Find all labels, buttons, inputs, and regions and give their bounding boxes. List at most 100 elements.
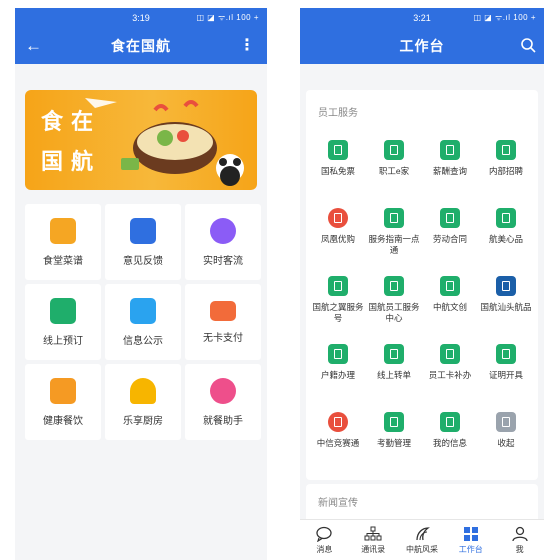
tab-workbench[interactable]: 工作台	[446, 520, 495, 560]
banner-food-illustration-icon	[85, 98, 244, 186]
feature-label: 信息公示	[123, 335, 163, 347]
feature-label: 无卡支付	[203, 332, 243, 344]
tab-messages[interactable]: 消息	[300, 520, 349, 560]
service-item[interactable]: 职工e家	[366, 136, 422, 198]
status-time: 3:19	[132, 13, 150, 23]
feature-feedback[interactable]: 意见反馈	[105, 204, 181, 280]
chevron-up-icon	[496, 412, 516, 432]
feature-live-traffic[interactable]: 实时客流	[185, 204, 261, 280]
my-info-icon	[440, 412, 460, 432]
bird-icon	[496, 276, 516, 296]
page-title: 食在国航	[111, 38, 171, 54]
feature-label: 就餐助手	[203, 415, 243, 427]
chat-bubble-icon	[316, 526, 333, 542]
feature-dining-assistant[interactable]: 就餐助手	[185, 364, 261, 440]
guide-icon	[384, 208, 404, 228]
services-grid: 国私免票 职工e家 薪酬查询 内部招聘 凤凰优购 服务指南一点通 劳动合同 航美…	[310, 136, 534, 470]
tab-me[interactable]: 我	[495, 520, 544, 560]
service-item[interactable]: 劳动合同	[422, 204, 478, 266]
wing-icon	[328, 276, 348, 296]
tab-style[interactable]: 中航风采	[398, 520, 447, 560]
grid-apps-icon	[463, 526, 478, 541]
service-item[interactable]: 凤凰优购	[310, 204, 366, 266]
service-center-icon	[384, 276, 404, 296]
feature-online-booking[interactable]: 线上预订	[25, 284, 101, 360]
user-icon	[511, 526, 528, 541]
status-icons: ◫ ◪ ᯤ.ıl 100 +	[196, 13, 259, 22]
phoenix-logo-icon	[416, 526, 430, 540]
service-item[interactable]: 我的信息	[422, 408, 478, 470]
status-bar: 3:21 ◫ ◪ ᯤ.ıl 100 +	[300, 8, 544, 28]
feature-kitchen[interactable]: 乐享厨房	[105, 364, 181, 440]
status-bar: 3:19 ◫ ◪ ᯤ.ıl 100 +	[15, 8, 267, 28]
feature-label: 意见反馈	[123, 255, 163, 267]
service-item[interactable]: 员工卡补办	[422, 340, 478, 402]
feature-healthy-diet[interactable]: 健康餐饮	[25, 364, 101, 440]
salary-icon	[440, 140, 460, 160]
service-item[interactable]: 内部招聘	[478, 136, 534, 198]
employee-services-card: 员工服务 国私免票 职工e家 薪酬查询 内部招聘 凤凰优购 服务指南一点通 劳动…	[306, 90, 538, 480]
phone-screen-workbench: 3:21 ◫ ◪ ᯤ.ıl 100 + 工作台 员工服务 国私免票 职工e家 薪…	[300, 8, 544, 560]
page-title: 工作台	[399, 38, 445, 54]
back-arrow-icon[interactable]: ←	[25, 36, 42, 56]
ticket-icon	[328, 140, 348, 160]
more-vertical-icon[interactable]: ⋮	[239, 35, 255, 55]
attendance-icon	[384, 412, 404, 432]
status-time: 3:21	[413, 13, 431, 23]
org-chart-icon	[364, 526, 382, 540]
tab-contacts[interactable]: 通讯录	[349, 520, 398, 560]
feature-info-notice[interactable]: 信息公示	[105, 284, 181, 360]
service-item[interactable]: 国航汕头航品	[478, 272, 534, 334]
citic-icon	[328, 412, 348, 432]
feature-label: 食堂菜谱	[43, 255, 83, 267]
section-title: 新闻宣传	[318, 498, 358, 509]
service-item[interactable]: 国航之翼服务号	[310, 272, 366, 334]
bottom-tab-bar: 消息 通讯录 中航风采 工作台 我	[300, 519, 544, 560]
id-card-icon	[440, 344, 460, 364]
recruit-icon	[496, 140, 516, 160]
feature-grid: 食堂菜谱 意见反馈 实时客流 线上预订 信息公示 无卡支付 健康餐饮 乐享厨房	[25, 204, 261, 440]
service-item[interactable]: 线上转单	[366, 340, 422, 402]
card-icon	[210, 300, 236, 321]
edit-note-icon	[130, 217, 156, 244]
notice-bag-icon	[130, 297, 156, 324]
service-item[interactable]: 户籍办理	[310, 340, 366, 402]
search-icon[interactable]	[520, 37, 536, 53]
app-bar: ← 食在国航 ⋮	[15, 28, 267, 64]
service-item[interactable]: 国私免票	[310, 136, 366, 198]
app-bar: 工作台	[300, 28, 544, 64]
service-item[interactable]: 航美心品	[478, 204, 534, 266]
phoenix-icon	[328, 208, 348, 228]
menu-book-icon	[50, 217, 76, 244]
gift-icon	[496, 208, 516, 228]
section-title: 员工服务	[318, 108, 358, 119]
status-icons: ◫ ◪ ᯤ.ıl 100 +	[473, 13, 536, 22]
service-item[interactable]: 证明开具	[478, 340, 534, 402]
service-item[interactable]: 薪酬查询	[422, 136, 478, 198]
service-item[interactable]: 考勤管理	[366, 408, 422, 470]
service-item[interactable]: 中信竞赛通	[310, 408, 366, 470]
creative-icon	[440, 276, 460, 296]
promo-banner[interactable]: 食在 国航	[25, 90, 257, 190]
feature-label: 线上预订	[43, 335, 83, 347]
phone-screen-canteen: 3:19 ◫ ◪ ᯤ.ıl 100 + ← 食在国航 ⋮ 食在 国航 食堂菜谱	[15, 8, 267, 560]
feature-canteen-menu[interactable]: 食堂菜谱	[25, 204, 101, 280]
service-item[interactable]: 中航文创	[422, 272, 478, 334]
service-item[interactable]: 国航员工服务中心	[366, 272, 422, 334]
transfer-icon	[384, 344, 404, 364]
certificate-icon	[496, 344, 516, 364]
feature-label: 实时客流	[203, 255, 243, 267]
feature-label: 乐享厨房	[123, 415, 163, 427]
chef-hat-icon	[130, 377, 156, 404]
feature-cardless-pay[interactable]: 无卡支付	[185, 284, 261, 360]
chat-bubble-icon	[210, 377, 236, 404]
collapse-button[interactable]: 收起	[478, 408, 534, 470]
home-person-icon	[384, 140, 404, 160]
news-card: 新闻宣传	[306, 484, 538, 524]
service-item[interactable]: 服务指南一点通	[366, 204, 422, 266]
phone-order-icon	[50, 297, 76, 324]
feature-label: 健康餐饮	[43, 415, 83, 427]
people-icon	[210, 217, 236, 244]
contract-icon	[440, 208, 460, 228]
house-icon	[328, 344, 348, 364]
